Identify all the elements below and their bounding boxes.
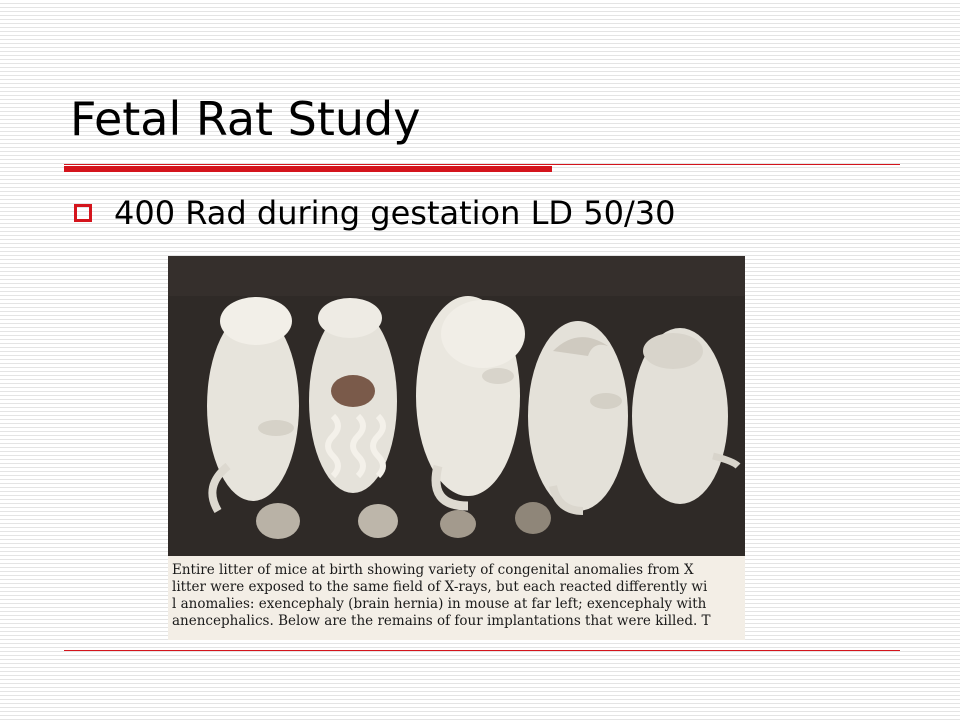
bullet-text: 400 Rad during gestation LD 50/30: [114, 194, 676, 232]
title-underline-accent: [64, 166, 552, 172]
caption-line: litter were exposed to the same field of…: [172, 579, 708, 595]
litter-photograph: Entire litter of mice at birth showing v…: [168, 256, 745, 640]
footer-divider: [64, 650, 900, 651]
caption-line: l anomalies: exencephaly (brain hernia) …: [172, 596, 707, 612]
hollow-square-icon: [74, 204, 92, 222]
title-underline-thin: [64, 164, 900, 165]
caption-line: Entire litter of mice at birth showing v…: [172, 562, 694, 578]
fetus-4: [528, 321, 628, 515]
fetus-photo-illustration: [168, 256, 745, 556]
slide-title: Fetal Rat Study: [70, 92, 421, 146]
caption-line: anencephalics. Below are the remains of …: [172, 613, 711, 629]
slide: Fetal Rat Study 400 Rad during gestation…: [0, 0, 960, 720]
bullet-item: 400 Rad during gestation LD 50/30: [74, 194, 675, 232]
photo-caption: Entire litter of mice at birth showing v…: [168, 556, 745, 640]
